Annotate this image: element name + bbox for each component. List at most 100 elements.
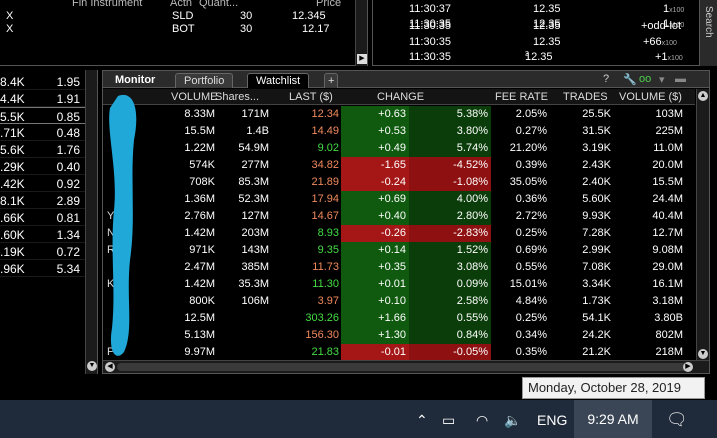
- scroll-right-arrow-icon[interactable]: ▶: [683, 362, 693, 372]
- dropdown-icon[interactable]: ▾: [659, 73, 665, 86]
- volusd-cell: 24.4M: [652, 193, 683, 205]
- col-last[interactable]: LAST ($): [289, 91, 333, 103]
- chevron-up-icon[interactable]: ⌃: [416, 410, 428, 430]
- tab-monitor[interactable]: Monitor: [107, 73, 163, 88]
- grid-vertical-scrollbar[interactable]: ▲ ▼: [696, 89, 709, 361]
- watchlist-row[interactable]: 574K 277M 34.82 -1.65 -4.52% 0.39% 2.43K 20.0M: [103, 157, 695, 174]
- chg-cell: -1.65: [341, 157, 409, 174]
- col-volume[interactable]: VOLUME: [171, 91, 217, 103]
- scroll-down-arrow-icon[interactable]: ▶: [357, 54, 367, 64]
- notification-icon[interactable]: 🗨: [666, 410, 688, 430]
- watchlist-row[interactable]: R 971K 143M 9.35 +0.14 1.52% 0.69% 2.99K 9.08M: [103, 242, 695, 259]
- search-label: Search: [703, 6, 714, 38]
- vol-cell: 15.5M: [184, 125, 215, 137]
- system-clock[interactable]: 9:29 AM: [574, 400, 652, 438]
- watchlist-row[interactable]: N 1.42M 203M 8.93 -0.26 -2.83% 0.25% 7.28K 12.7M: [103, 225, 695, 242]
- last-cell: 303.26: [305, 312, 339, 324]
- fee-cell: 4.84%: [515, 295, 547, 307]
- col-volume-usd[interactable]: VOLUME ($): [619, 91, 682, 103]
- watchlist-row[interactable]: 1.36M 52.3M 17.94 +0.69 4.00% 0.36% 5.60K 24.4M: [103, 191, 695, 208]
- fee-cell: 21.20%: [509, 142, 547, 154]
- order-row[interactable]: X BOT 30 12.17: [0, 23, 355, 37]
- volume-icon[interactable]: 🔈: [504, 410, 521, 430]
- volusd-cell: 20.0M: [652, 159, 683, 171]
- scroll-down-arrow-icon[interactable]: ▼: [698, 349, 708, 359]
- watchlist-row[interactable]: 8.33M 171M 12.34 +0.63 5.38% 2.05% 25.5K 103M: [103, 106, 695, 123]
- quote-row[interactable]: 8.1K 2.89: [0, 192, 86, 209]
- quote-row[interactable]: .66K 0.81: [0, 209, 86, 226]
- watchlist-row[interactable]: K 1.42M 35.3M 11.30 +0.01 0.09% 15.01% 3.34K 16.…: [103, 276, 695, 293]
- fee-cell: 0.69%: [515, 244, 547, 256]
- volusd-cell: 103M: [655, 108, 683, 120]
- watchlist-row[interactable]: 12.5M 303.26 +1.66 0.55% 0.25% 54.1K 3.80B: [103, 310, 695, 327]
- chg-cell: +0.49: [341, 140, 409, 157]
- watchlist-row[interactable]: 2.47M 385M 11.73 +0.35 3.08% 0.55% 7.08K 29.0M: [103, 259, 695, 276]
- quote-row[interactable]: .71K 0.48: [0, 124, 86, 141]
- add-tab-button[interactable]: +: [324, 73, 339, 88]
- volusd-cell: 802M: [655, 329, 683, 341]
- watchlist-row[interactable]: 800K 106M 3.97 +0.10 2.58% 4.84% 1.73K 3.18M: [103, 293, 695, 310]
- quote-row[interactable]: 5.6K 1.76: [0, 141, 86, 158]
- col-price[interactable]: Price: [316, 0, 341, 9]
- quote-row[interactable]: .19K 0.72: [0, 243, 86, 260]
- wrench-icon[interactable]: 🔧: [623, 73, 637, 86]
- pct-cell: 5.38%: [409, 106, 491, 123]
- scroll-left-arrow-icon[interactable]: ◀: [105, 362, 115, 372]
- wifi-icon[interactable]: ◠: [476, 410, 488, 430]
- quote-row[interactable]: 5.5K 0.85: [0, 107, 86, 124]
- quote-row[interactable]: 8.4K 1.95: [0, 73, 86, 90]
- col-trades[interactable]: TRADES: [563, 91, 608, 103]
- col-quantity[interactable]: Quant...: [199, 0, 238, 9]
- quote-row[interactable]: .29K 0.40: [0, 158, 86, 175]
- help-icon[interactable]: ?: [603, 73, 609, 85]
- chg-cell: +0.35: [341, 259, 409, 276]
- quote-row[interactable]: 4.4K 1.91: [0, 90, 86, 107]
- scrollbar-thumb[interactable]: [117, 363, 687, 371]
- watchlist-row[interactable]: 5.13M 156.30 +1.30 0.84% 0.34% 24.2K 802M: [103, 327, 695, 344]
- tas-time: 11:30:35: [409, 20, 452, 32]
- col-fee-rate[interactable]: FEE RATE: [495, 91, 548, 103]
- pct-cell: 5.74%: [409, 140, 491, 157]
- left-panel-scrollbar[interactable]: ▼: [85, 70, 97, 374]
- minimize-icon[interactable]: ▬: [675, 73, 686, 85]
- fee-cell: 0.34%: [515, 329, 547, 341]
- col-shares[interactable]: Shares...: [215, 91, 259, 103]
- col-change[interactable]: CHANGE: [377, 91, 424, 103]
- watchlist-row[interactable]: 708K 85.3M 21.89 -0.24 -1.08% 35.05% 2.40K 15.5…: [103, 174, 695, 191]
- chg-cell: +0.63: [341, 106, 409, 123]
- col-action[interactable]: Actn: [170, 0, 192, 9]
- power-icon[interactable]: ▭: [442, 410, 455, 430]
- watchlist-row[interactable]: 1.22M 54.9M 9.02 +0.49 5.74% 21.20% 3.19K 11.0M: [103, 140, 695, 157]
- chg-cell: +0.01: [341, 276, 409, 293]
- tab-watchlist[interactable]: Watchlist: [247, 73, 310, 88]
- shares-cell: [219, 310, 269, 327]
- link-chain-icon[interactable]: oo: [639, 73, 651, 85]
- tab-portfolio[interactable]: Portfolio: [175, 73, 234, 88]
- tas-size: +odd-lot: [641, 20, 682, 32]
- pct-cell: -4.52%: [409, 157, 491, 174]
- tas-time: 11:30:37: [409, 3, 452, 15]
- fee-cell: 0.39%: [515, 159, 547, 171]
- vol-cell: 2.47M: [184, 261, 215, 273]
- grid-horizontal-scrollbar[interactable]: ◀ ▶: [103, 360, 709, 373]
- chg-cell: +0.40: [341, 208, 409, 225]
- pct-cell: 2.58%: [409, 293, 491, 310]
- quote-row[interactable]: .60K 1.34: [0, 226, 86, 243]
- search-side-tab[interactable]: Search: [699, 0, 717, 66]
- vol-cell: 1.42M: [184, 278, 215, 290]
- quote-price: 0.85: [56, 110, 80, 124]
- quote-row[interactable]: .42K 0.92: [0, 175, 86, 192]
- watchlist-row[interactable]: Y 2.76M 127M 14.67 +0.40 2.80% 2.72% 9.93K 40.4M: [103, 208, 695, 225]
- watchlist-row[interactable]: 15.5M 1.4B 14.49 +0.53 3.80% 0.27% 31.5K 225M: [103, 123, 695, 140]
- scroll-up-arrow-icon[interactable]: ▲: [698, 91, 708, 101]
- quote-row[interactable]: .96K 5.34: [0, 260, 86, 277]
- language-indicator[interactable]: ENG: [537, 410, 567, 430]
- last-cell: 17.94: [311, 193, 339, 205]
- orders-scrollbar[interactable]: ▶: [355, 0, 367, 66]
- shares-cell: 385M: [241, 261, 269, 273]
- col-fin-instrument[interactable]: Fin Instrument: [72, 0, 142, 9]
- volusd-cell: 218M: [655, 346, 683, 358]
- scroll-down-arrow-icon[interactable]: ▼: [87, 361, 97, 371]
- order-row[interactable]: X SLD 30 12.345: [0, 10, 355, 24]
- watchlist-row[interactable]: P 9.97M 21.83 -0.01 -0.05% 0.35% 21.2K 218M: [103, 344, 695, 361]
